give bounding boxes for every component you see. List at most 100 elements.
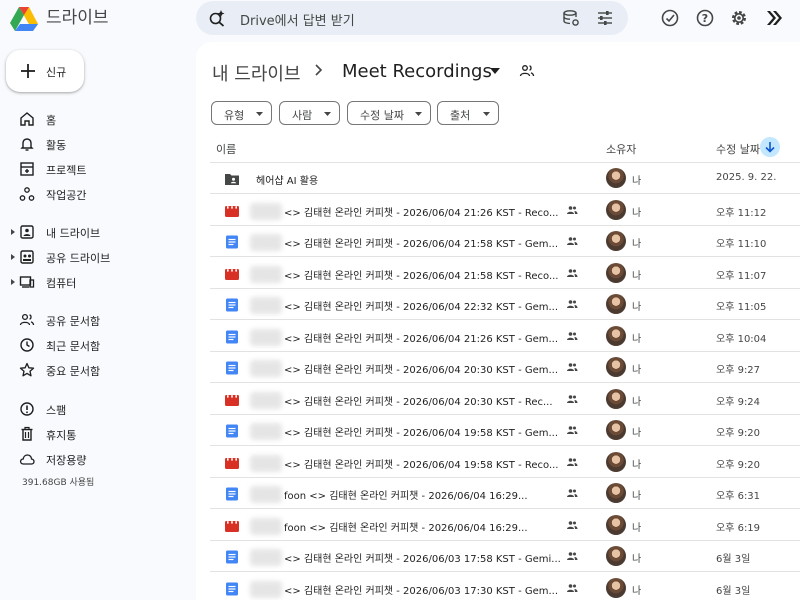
file-row[interactable]: <> 김태현 온라인 커피챗 - 2026/06/04 20:30 KST - … (210, 352, 800, 383)
file-name[interactable]: foon <> 김태현 온라인 커피챗 - 2026/06/04 16:29..… (284, 519, 528, 534)
file-row[interactable]: foon <> 김태현 온라인 커피챗 - 2026/06/04 16:29..… (210, 510, 800, 541)
caret-down-icon[interactable] (490, 68, 500, 74)
filter-chip-type[interactable]: 유형 (211, 101, 272, 125)
modified-date: 오후 9:20 (716, 428, 761, 439)
owner-avatar (606, 483, 626, 503)
redacted-name-prefix (250, 297, 282, 314)
sidebar-item-home[interactable]: 홈 (0, 108, 190, 130)
google-doc-icon (226, 330, 238, 343)
sidebar-item-label: 최근 문서함 (46, 340, 101, 353)
file-row[interactable]: <> 김태현 온라인 커피챗 - 2026/06/04 21:26 KST - … (210, 195, 800, 226)
sidebar-item-spam[interactable]: 스팸 (0, 398, 190, 420)
sidebar-item-activity[interactable]: 활동 (0, 133, 190, 155)
file-row[interactable]: <> 김태현 온라인 커피챗 - 2026/06/03 17:30 KST - … (210, 573, 800, 600)
sidebar-item-computers[interactable]: 컴퓨터 (0, 271, 190, 293)
file-name[interactable]: <> 김태현 온라인 커피챗 - 2026/06/04 19:58 KST - … (284, 424, 558, 439)
sidebar-item-label: 컴퓨터 (46, 277, 77, 290)
search-input[interactable]: Drive에서 답변 받기 (240, 10, 355, 29)
gemini-apps-icon[interactable] (764, 8, 784, 28)
redacted-name-prefix (250, 391, 282, 409)
breadcrumb-current-folder[interactable]: Meet Recordings (342, 61, 492, 82)
filter-chip-people[interactable]: 사람 (279, 101, 340, 125)
caret-right-icon[interactable] (10, 252, 16, 262)
column-header-name[interactable]: 이름 (216, 141, 236, 157)
sidebar-item-my-drive[interactable]: 내 드라이브 (0, 221, 190, 243)
video-file-icon (225, 520, 239, 532)
home-icon (20, 112, 34, 126)
sidebar-item-label: 휴지통 (46, 429, 77, 442)
file-name[interactable]: <> 김태현 온라인 커피챗 - 2026/06/04 20:30 KST - … (284, 393, 553, 408)
redacted-name-prefix (250, 517, 282, 535)
breadcrumb-my-drive[interactable]: 내 드라이브 (212, 60, 301, 86)
file-name[interactable]: <> 김태현 온라인 커피챗 - 2026/06/03 17:58 KST - … (284, 550, 561, 565)
file-name[interactable]: foon <> 김태현 온라인 커피챗 - 2026/06/04 16:29..… (284, 487, 528, 502)
file-row[interactable]: <> 김태현 온라인 커피챗 - 2026/06/04 22:32 KST - … (210, 289, 800, 320)
plus-icon (21, 64, 35, 78)
sidebar-item-workspace[interactable]: 작업공간 (0, 183, 190, 205)
owner-name: 나 (632, 428, 642, 439)
caret-right-icon[interactable] (10, 277, 16, 287)
shared-people-icon (567, 520, 578, 529)
file-name[interactable]: <> 김태현 온라인 커피챗 - 2026/06/03 17:30 KST - … (284, 582, 558, 597)
column-header-owner[interactable]: 소유자 (606, 141, 636, 157)
caret-right-icon[interactable] (10, 227, 16, 237)
file-name[interactable]: <> 김태현 온라인 커피챗 - 2026/06/04 22:32 KST - … (284, 298, 558, 313)
drive-brand-name[interactable]: 드라이브 (46, 6, 109, 30)
sidebar-item-storage[interactable]: 저장용량 (0, 448, 190, 470)
file-name[interactable]: <> 김태현 온라인 커피챗 - 2026/06/04 21:58 KST - … (284, 235, 558, 250)
owner-name: 나 (632, 554, 642, 565)
ready-offline-icon[interactable] (660, 8, 680, 28)
shared-folder-people-icon[interactable] (519, 64, 535, 78)
file-name[interactable]: <> 김태현 온라인 커피챗 - 2026/06/04 20:30 KST - … (284, 361, 558, 376)
shared-people-icon (567, 394, 578, 403)
bell-icon (20, 138, 34, 151)
owner-name: 나 (632, 239, 642, 250)
video-file-icon (225, 457, 239, 469)
sidebar-item-shared-drives[interactable]: 공유 드라이브 (0, 246, 190, 268)
sparkle-search-icon (209, 10, 225, 27)
folder-row[interactable]: 헤어샵 AI 활용 나 2025. 9. 22. (210, 163, 800, 194)
new-button[interactable]: 신규 (6, 50, 84, 92)
computer-icon (19, 276, 35, 288)
file-row[interactable]: <> 김태현 온라인 커피챗 - 2026/06/04 21:58 KST - … (210, 226, 800, 257)
main-panel: 내 드라이브 Meet Recordings 유형 사람 수정 날짜 출처 이름… (196, 42, 800, 600)
sidebar-item-starred[interactable]: 중요 문서함 (0, 359, 190, 381)
file-row[interactable]: <> 김태현 온라인 커피챗 - 2026/06/04 20:30 KST - … (210, 384, 800, 415)
google-doc-icon (226, 361, 238, 375)
owner-avatar (606, 420, 626, 440)
file-row[interactable]: <> 김태현 온라인 커피챗 - 2026/06/04 21:58 KST - … (210, 258, 800, 289)
file-name[interactable]: <> 김태현 온라인 커피챗 - 2026/06/04 21:58 KST - … (284, 267, 558, 282)
filter-tune-icon[interactable] (596, 9, 614, 27)
owner-name: 나 (632, 365, 642, 376)
google-doc-icon (226, 582, 238, 595)
sidebar-item-label: 작업공간 (46, 189, 87, 202)
file-row[interactable]: foon <> 김태현 온라인 커피챗 - 2026/06/04 16:29..… (210, 478, 800, 509)
owner-avatar (606, 294, 626, 314)
owner-name: 나 (632, 522, 642, 534)
gear-icon[interactable] (729, 8, 749, 28)
file-name[interactable]: 헤어샵 AI 활용 (256, 172, 318, 187)
filter-chip-modified[interactable]: 수정 날짜 (347, 101, 431, 125)
file-name[interactable]: <> 김태현 온라인 커피챗 - 2026/06/04 21:26 KST - … (284, 204, 558, 219)
filter-chip-source[interactable]: 출처 (437, 101, 499, 125)
sidebar-item-label: 내 드라이브 (46, 227, 101, 240)
sidebar-item-shared-with-me[interactable]: 공유 문서함 (0, 309, 190, 331)
owner-name: 나 (632, 491, 642, 502)
file-row[interactable]: <> 김태현 온라인 커피챗 - 2026/06/03 17:58 KST - … (210, 541, 800, 572)
file-name[interactable]: <> 김태현 온라인 커피챗 - 2026/06/04 21:26 KST - … (284, 330, 558, 345)
help-icon[interactable]: ? (695, 8, 715, 28)
sort-direction-button[interactable] (760, 137, 780, 157)
database-settings-icon[interactable] (562, 9, 580, 27)
drive-logo[interactable] (10, 6, 38, 32)
sidebar-item-trash[interactable]: 휴지통 (0, 423, 190, 445)
owner-avatar (606, 199, 626, 220)
sidebar-item-recent[interactable]: 최근 문서함 (0, 334, 190, 356)
file-row[interactable]: <> 김태현 온라인 커피챗 - 2026/06/04 19:58 KST - … (210, 447, 800, 478)
file-name[interactable]: <> 김태현 온라인 커피챗 - 2026/06/04 19:58 KST - … (284, 456, 558, 471)
owner-avatar (606, 388, 626, 409)
column-header-modified[interactable]: 수정 날짜 (716, 141, 760, 157)
file-row[interactable]: <> 김태현 온라인 커피챗 - 2026/06/04 19:58 KST - … (210, 415, 800, 446)
sidebar-item-projects[interactable]: 프로젝트 (0, 158, 190, 180)
file-row[interactable]: <> 김태현 온라인 커피챗 - 2026/06/04 21:26 KST - … (210, 321, 800, 352)
search-bar[interactable]: Drive에서 답변 받기 (196, 1, 628, 35)
